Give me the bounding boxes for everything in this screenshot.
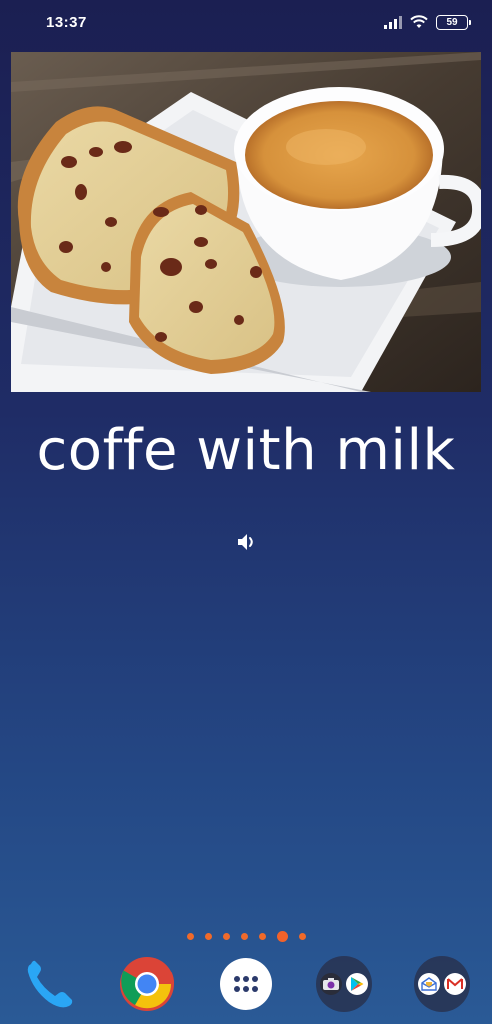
phone-icon [27,960,73,1008]
battery-level: 59 [446,16,458,28]
page-dot [222,932,230,940]
phone-app[interactable] [21,956,77,1012]
battery-icon: 59 [436,14,471,30]
wifi-icon [410,15,428,28]
signal-icon [384,15,402,29]
apps-grid-icon [220,958,272,1010]
play-store-icon [346,973,368,995]
word-title: coffe with milk [36,418,456,483]
page-dot-active [276,930,288,942]
status-time: 13:37 [46,13,87,31]
gmail-icon [444,973,466,995]
page-indicator [0,928,492,944]
folder-camera-play[interactable] [316,956,372,1012]
speaker-icon[interactable] [236,531,258,553]
camera-icon [320,973,342,995]
chrome-app[interactable] [119,956,175,1012]
dock [0,954,492,1014]
coffee-with-bread-photo[interactable] [11,52,481,392]
folder-mail[interactable] [414,956,470,1012]
photo-illustration [11,52,481,392]
app-drawer[interactable] [218,956,274,1012]
page-dot [240,932,248,940]
inbox-icon [418,973,440,995]
status-bar: 13:37 59 [0,0,492,44]
page-dot [258,932,266,940]
chrome-icon [120,957,175,1011]
page-dot [204,932,212,940]
page-dot [298,932,306,940]
status-icons: 59 [384,14,471,30]
page-dot [186,932,194,940]
